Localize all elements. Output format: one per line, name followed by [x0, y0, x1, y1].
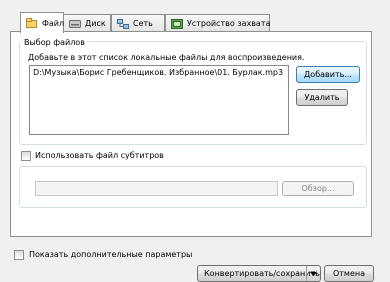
tab-network-label: Сеть	[133, 19, 153, 28]
file-selection-instruction: Добавьте в этот список локальные файлы д…	[28, 53, 305, 62]
tab-network[interactable]: Сеть	[111, 14, 165, 32]
convert-save-button[interactable]: Конвертировать/сохранить	[197, 265, 321, 282]
list-item[interactable]: D:\Музыка\Борис Гребенщиков. Избранное\0…	[33, 68, 285, 77]
remove-file-button[interactable]: Удалить	[296, 89, 348, 106]
file-icon	[26, 18, 38, 28]
browse-button[interactable]: Обзор...	[282, 181, 354, 196]
add-file-button[interactable]: Добавить...	[296, 66, 360, 83]
tab-disc-label: Диск	[85, 19, 106, 28]
more-options-label: Показать дополнительные параметры	[29, 250, 193, 259]
more-options-checkbox[interactable]	[14, 250, 24, 260]
chevron-down-icon	[310, 271, 317, 276]
subtitles-path-input[interactable]	[35, 181, 278, 196]
tab-strip: Файл Диск Сеть Устройство захвата	[0, 12, 390, 33]
cancel-button[interactable]: Отмена	[324, 265, 374, 282]
convert-dropdown-arrow[interactable]	[306, 266, 320, 281]
network-icon	[117, 18, 129, 29]
capture-device-icon	[171, 18, 183, 29]
tab-capture-device-label: Устройство захвата	[187, 19, 271, 28]
subtitles-checkbox[interactable]	[21, 151, 31, 161]
tab-capture-device[interactable]: Устройство захвата	[165, 14, 270, 32]
file-selection-title: Выбор файлов	[22, 38, 87, 47]
file-list[interactable]: D:\Музыка\Борис Гребенщиков. Избранное\0…	[29, 65, 289, 135]
tab-file-label: Файл	[42, 18, 65, 28]
disc-icon	[69, 19, 81, 29]
convert-save-label: Конвертировать/сохранить	[204, 269, 320, 278]
subtitles-checkbox-label: Использовать файл субтитров	[35, 151, 164, 160]
tab-file[interactable]: Файл	[20, 12, 64, 33]
tab-disc[interactable]: Диск	[63, 14, 111, 32]
